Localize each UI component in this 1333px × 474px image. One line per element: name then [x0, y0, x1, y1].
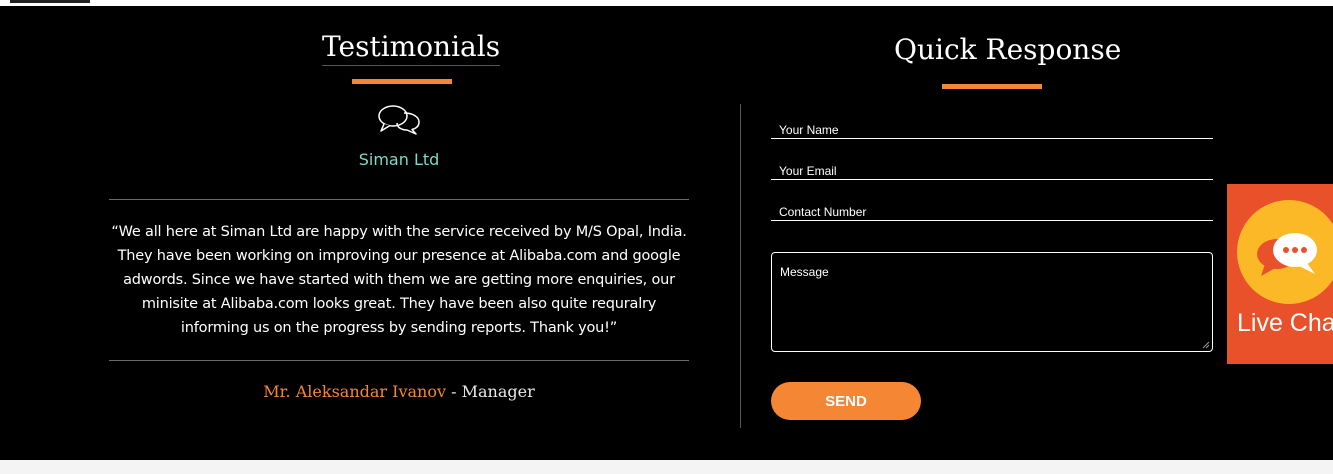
testimonials-title: Testimonials [322, 30, 501, 66]
live-chat-icon [1257, 233, 1317, 276]
testimonials-section: Testimonials Siman Ltd “We all here at S… [0, 6, 1333, 460]
email-field [771, 157, 1213, 180]
quick-response-title: Quick Response [894, 33, 1122, 66]
quick-response-underline [942, 84, 1042, 89]
author-separator: - [446, 382, 462, 401]
name-input[interactable] [779, 122, 1199, 138]
live-chat-label: Live Cha [1237, 309, 1333, 337]
contact-number-field [771, 198, 1213, 221]
footer-strip [0, 460, 1333, 474]
email-input[interactable] [779, 163, 1199, 179]
name-field [771, 116, 1213, 139]
contact-number-input[interactable] [779, 204, 1199, 220]
author-role: Manager [461, 382, 535, 401]
top-strip-mark [10, 0, 90, 3]
live-chat-widget[interactable]: Live Cha [1227, 184, 1333, 364]
chat-bubbles-icon [378, 105, 420, 135]
testimonials-underline [352, 79, 452, 84]
column-divider [740, 104, 741, 428]
author-name: Mr. Aleksandar Ivanov [263, 382, 447, 401]
resize-grip-icon[interactable] [1202, 341, 1210, 349]
message-field [771, 252, 1213, 352]
divider [109, 199, 689, 200]
send-button[interactable]: SEND [771, 382, 921, 420]
testimonial-quote: “We all here at Siman Ltd are happy with… [111, 224, 687, 336]
testimonial-author: Mr. Aleksandar Ivanov - Manager [0, 382, 798, 401]
message-input[interactable] [780, 265, 1200, 343]
company-name: Siman Ltd [358, 150, 440, 169]
divider [109, 360, 689, 361]
